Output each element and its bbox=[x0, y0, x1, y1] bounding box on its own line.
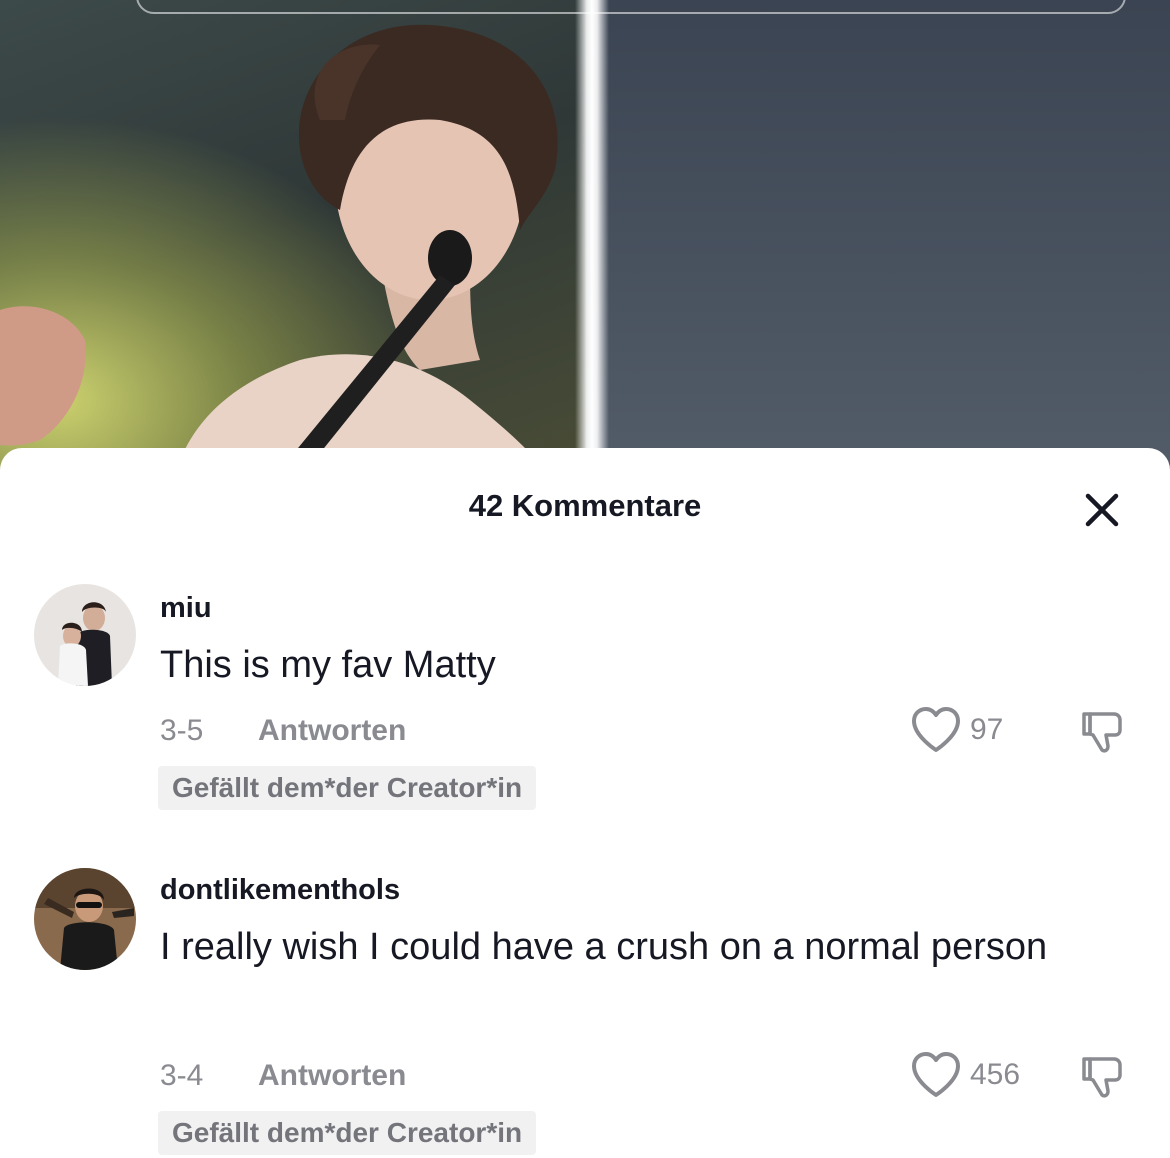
heart-outline-icon bbox=[912, 707, 960, 752]
video-player[interactable] bbox=[0, 0, 1170, 500]
creator-liked-badge: Gefällt dem*der Creator*in bbox=[158, 1111, 537, 1155]
comment-text: This is my fav Matty bbox=[160, 644, 496, 686]
reply-button[interactable]: Antworten bbox=[258, 1059, 406, 1093]
performer-image bbox=[0, 24, 565, 500]
comment-username[interactable]: miu bbox=[160, 592, 212, 625]
comment-date: 3-4 bbox=[160, 1059, 204, 1092]
like-button[interactable]: 456 bbox=[910, 1051, 1020, 1099]
heart-outline-icon bbox=[912, 1052, 960, 1097]
creator-liked-badge: Gefällt dem*der Creator*in bbox=[158, 766, 537, 810]
reply-button[interactable]: Antworten bbox=[258, 714, 406, 748]
comment-date: 3-5 bbox=[160, 714, 204, 747]
comment-text: I really wish I could have a crush on a … bbox=[160, 926, 1048, 968]
avatar[interactable] bbox=[34, 584, 136, 686]
like-count: 97 bbox=[970, 713, 1004, 746]
video-stage-right bbox=[585, 0, 1170, 500]
thumbs-down-icon[interactable] bbox=[1078, 708, 1126, 756]
like-button[interactable]: 97 bbox=[910, 706, 1003, 754]
thumbs-down-icon[interactable] bbox=[1078, 1053, 1126, 1101]
comment-username[interactable]: dontlikementhols bbox=[160, 874, 400, 907]
like-count: 456 bbox=[970, 1058, 1021, 1091]
comments-sheet: 42 Kommentare miu This is my fav Matty 3… bbox=[0, 448, 1170, 1158]
close-icon[interactable] bbox=[1076, 484, 1128, 536]
avatar[interactable] bbox=[34, 868, 136, 970]
comments-count-title: 42 Kommentare bbox=[468, 488, 702, 523]
